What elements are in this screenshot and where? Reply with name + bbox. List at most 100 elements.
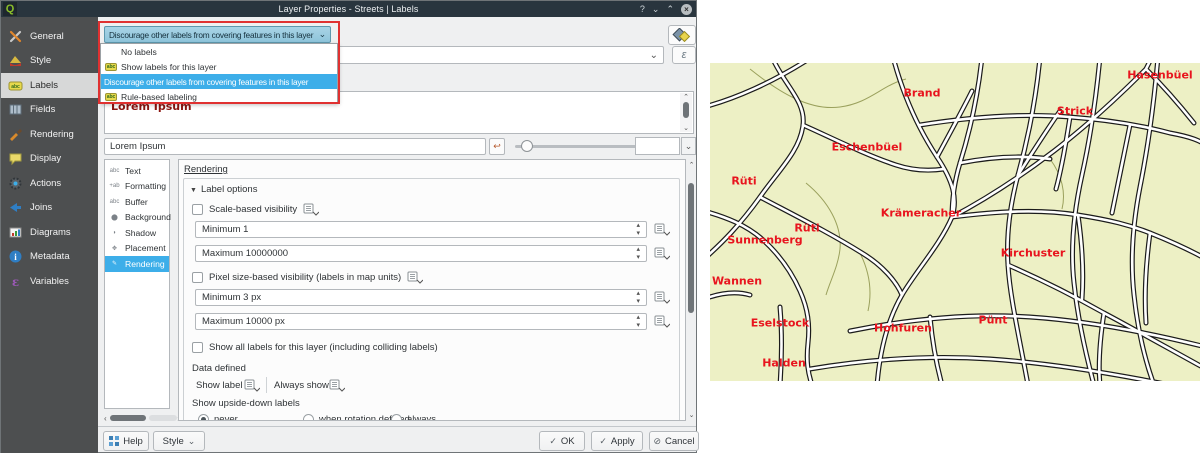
titlebar[interactable]: Q Layer Properties - Streets | Labels ? … <box>1 1 696 17</box>
data-defined-icon[interactable] <box>244 379 260 392</box>
upside-down-never-option[interactable]: never <box>198 414 238 421</box>
ok-button[interactable]: ✓ OK <box>539 431 585 451</box>
sidebar-item-fields[interactable]: Fields <box>1 98 98 123</box>
scrollbar-thumb[interactable] <box>110 415 146 421</box>
chevron-down-icon: ⌄ <box>188 436 196 447</box>
pixel-visibility-checkbox[interactable] <box>192 272 203 283</box>
tab-rendering[interactable]: ✎Rendering <box>105 256 169 272</box>
sidebar-item-variables[interactable]: ε Variables <box>1 269 98 294</box>
tab-formatting[interactable]: +abFormatting <box>105 179 169 195</box>
sidebar: General Style abc Labels Fields Renderin… <box>1 17 98 453</box>
preview-scrollbar[interactable]: ⌃ ⌄ <box>680 93 692 132</box>
help-icon <box>109 436 119 446</box>
help-button[interactable]: Help <box>103 431 149 451</box>
abc-labels-icon: abc <box>105 63 117 71</box>
preview-size-dropdown[interactable]: ⌄ <box>681 137 696 155</box>
sidebar-item-style[interactable]: Style <box>1 49 98 74</box>
sidebar-item-label: Style <box>30 55 51 66</box>
upside-down-always-option[interactable]: always <box>391 414 436 421</box>
automated-placement-button[interactable] <box>668 25 696 45</box>
spin-down-icon: ▾ <box>636 322 640 329</box>
scale-visibility-row: Scale-based visibility <box>192 203 319 216</box>
scroll-left-icon[interactable]: ‹ <box>104 414 107 423</box>
option-no-labels[interactable]: No labels <box>101 44 337 59</box>
maximum-scale-spinbox[interactable]: Maximum 10000000 ▴▾ <box>195 245 647 262</box>
sidebar-item-diagrams[interactable]: Diagrams <box>1 220 98 245</box>
sidebar-item-rendering[interactable]: Rendering <box>1 122 98 147</box>
panel-scrollbar[interactable]: ⌃ ⌄ <box>687 161 696 419</box>
tabs-horizontal-scrollbar[interactable]: ‹ › <box>104 413 180 423</box>
panel-header: Rendering <box>184 164 228 175</box>
data-defined-icon[interactable] <box>654 247 670 260</box>
data-defined-icon[interactable] <box>329 379 345 392</box>
sidebar-item-metadata[interactable]: i Metadata <box>1 245 98 270</box>
radio-always[interactable] <box>391 414 402 421</box>
sidebar-item-actions[interactable]: Actions <box>1 171 98 196</box>
expression-button[interactable]: ε <box>672 46 696 64</box>
map-label: Wannen <box>712 275 762 288</box>
sidebar-item-label: Metadata <box>30 251 70 262</box>
tab-buffer[interactable]: abcBuffer <box>105 194 169 210</box>
slider-handle[interactable] <box>521 140 533 152</box>
scrollbar-thumb[interactable] <box>688 183 694 313</box>
map-label: Eschenbüel <box>832 141 903 154</box>
data-defined-icon[interactable] <box>303 203 319 216</box>
data-defined-icon[interactable] <box>407 271 423 284</box>
scroll-down-icon[interactable]: ⌄ <box>680 124 692 132</box>
placement-settings-icon <box>672 28 692 42</box>
titlebar-maximize-icon[interactable]: ⌃ <box>666 4 674 15</box>
table-icon <box>8 102 23 117</box>
spin-up-icon: ▴ <box>636 246 640 253</box>
always-show-label: Always show <box>274 380 329 391</box>
titlebar-help-icon[interactable]: ? <box>640 4 645 14</box>
option-discourage-covering[interactable]: Discourage other labels from covering fe… <box>101 74 337 89</box>
scroll-up-icon[interactable]: ⌃ <box>680 93 692 101</box>
preview-size-field[interactable] <box>635 137 680 155</box>
maximum-px-spinbox[interactable]: Maximum 10000 px ▴▾ <box>195 313 647 330</box>
labeling-mode-combobox[interactable]: Discourage other labels from covering fe… <box>104 26 331 43</box>
data-defined-label: Data defined <box>192 363 246 374</box>
radio-never[interactable] <box>198 414 209 421</box>
show-all-labels-checkbox[interactable] <box>192 342 203 353</box>
collapse-triangle-icon[interactable]: ▼ <box>190 187 197 194</box>
tab-background[interactable]: ⬤Background <box>105 210 169 226</box>
sidebar-item-joins[interactable]: Joins <box>1 196 98 221</box>
minimum-px-spinbox[interactable]: Minimum 3 px ▴▾ <box>195 289 647 306</box>
tab-text[interactable]: abcText <box>105 163 169 179</box>
scroll-down-icon[interactable]: ⌄ <box>687 411 696 419</box>
scroll-up-icon[interactable]: ⌃ <box>687 161 696 169</box>
pixel-visibility-label: Pixel size-based visibility (labels in m… <box>209 272 401 283</box>
footer-bar: Help Style ⌄ ✓ OK ✓ Apply ⊘ Cancel <box>98 426 696 452</box>
reset-preview-button[interactable]: ↩ <box>489 138 505 155</box>
apply-button[interactable]: ✓ Apply <box>591 431 643 451</box>
sidebar-item-labels[interactable]: abc Labels <box>1 73 98 98</box>
map-label: Halden <box>762 357 806 370</box>
chevron-down-icon: ⌄ <box>650 50 658 61</box>
data-defined-icon[interactable] <box>654 315 670 328</box>
buffer-icon: abc <box>108 199 121 205</box>
preview-text-input[interactable] <box>104 138 486 155</box>
titlebar-shade-icon[interactable]: ⌄ <box>652 4 660 15</box>
tab-shadow[interactable]: ◗Shadow <box>105 225 169 241</box>
cancel-icon: ⊘ <box>653 436 661 447</box>
pixel-visibility-row: Pixel size-based visibility (labels in m… <box>192 271 423 284</box>
scrollbar-thumb[interactable] <box>683 102 689 118</box>
data-defined-icon[interactable] <box>654 291 670 304</box>
minimum-scale-spinbox[interactable]: Minimum 1 ▴▾ <box>195 221 647 238</box>
scale-visibility-checkbox[interactable] <box>192 204 203 215</box>
spin-up-icon: ▴ <box>636 290 640 297</box>
street-network <box>710 63 1200 381</box>
map-preview: Hasenbüel Brand Strick Eschenbüel Rüti K… <box>710 63 1200 381</box>
label-settings-tabs: abcText +abFormatting abcBuffer ⬤Backgro… <box>104 159 170 409</box>
tab-placement[interactable]: ✥Placement <box>105 241 169 257</box>
radio-when-rotation-defined[interactable] <box>303 414 314 421</box>
data-defined-icon[interactable] <box>654 223 670 236</box>
sidebar-item-general[interactable]: General <box>1 24 98 49</box>
option-show-labels[interactable]: abc Show labels for this layer <box>101 59 337 74</box>
option-rule-based[interactable]: abc Rule-based labeling <box>101 89 337 104</box>
sidebar-item-display[interactable]: Display <box>1 147 98 172</box>
close-icon[interactable]: × <box>681 4 692 15</box>
cancel-button[interactable]: ⊘ Cancel <box>649 431 699 451</box>
style-button[interactable]: Style ⌄ <box>153 431 205 451</box>
sidebar-item-label: Fields <box>30 104 55 115</box>
